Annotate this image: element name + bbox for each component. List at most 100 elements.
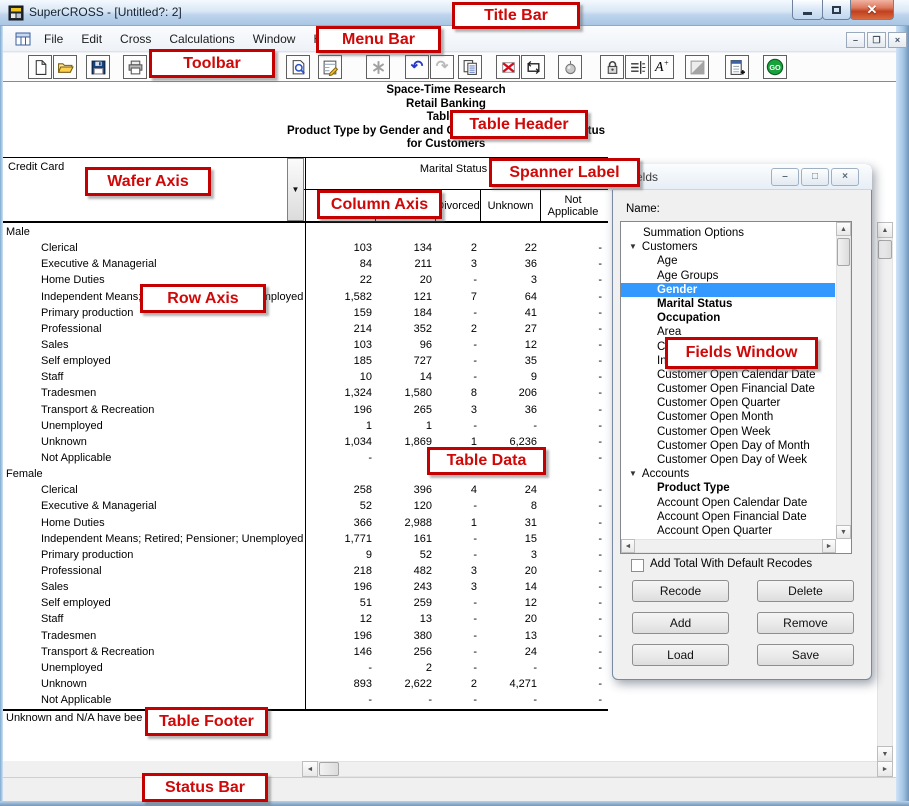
table-cell[interactable]: 893 xyxy=(305,676,378,692)
field-item[interactable]: Product Type xyxy=(621,481,835,495)
row-label[interactable]: Transport & Recreation xyxy=(3,402,305,418)
row-label[interactable]: Not Applicable xyxy=(3,450,305,466)
mdi-restore-button[interactable]: ❐ xyxy=(867,32,886,48)
go-button[interactable]: GO xyxy=(763,55,787,79)
row-group-label[interactable]: Male xyxy=(3,224,305,240)
table-cell[interactable]: 256 xyxy=(378,644,438,660)
scroll-up-button[interactable]: ▲ xyxy=(877,222,893,238)
table-cell[interactable]: - xyxy=(543,579,608,595)
table-cell[interactable]: 259 xyxy=(378,595,438,611)
table-cell[interactable]: 22 xyxy=(483,240,543,256)
fields-maximize-button[interactable]: □ xyxy=(801,168,829,186)
table-cell[interactable]: 161 xyxy=(378,531,438,547)
field-item[interactable]: Summation Options xyxy=(621,226,835,240)
row-label[interactable]: Staff xyxy=(3,369,305,385)
table-cell[interactable]: 1 xyxy=(438,515,483,531)
table-cell[interactable]: - xyxy=(378,692,438,708)
field-item[interactable]: Customer Open Calendar Date xyxy=(621,368,835,382)
table-cell[interactable]: 12 xyxy=(483,595,543,611)
table-cell[interactable]: - xyxy=(543,321,608,337)
table-cell[interactable]: - xyxy=(543,628,608,644)
table-cell[interactable]: - xyxy=(305,660,378,676)
new-document-button[interactable] xyxy=(28,55,52,79)
table-cell[interactable]: 20 xyxy=(483,611,543,627)
table-cell[interactable]: 36 xyxy=(483,256,543,272)
menu-window[interactable]: Window xyxy=(244,28,305,50)
table-cell[interactable]: 3 xyxy=(483,272,543,288)
table-cell[interactable]: 24 xyxy=(483,644,543,660)
field-item[interactable]: Account Open Quarter xyxy=(621,524,835,538)
table-cell[interactable]: - xyxy=(543,337,608,353)
field-item[interactable]: Customer Open Quarter xyxy=(621,396,835,410)
table-cell[interactable]: 14 xyxy=(483,579,543,595)
field-item[interactable]: Customer Open Day of Month xyxy=(621,439,835,453)
table-cell[interactable]: 146 xyxy=(305,644,378,660)
maximize-button[interactable] xyxy=(822,0,851,20)
table-cell[interactable]: 13 xyxy=(483,628,543,644)
edit-table-button[interactable] xyxy=(318,55,342,79)
table-cell[interactable]: 159 xyxy=(305,305,378,321)
row-label[interactable]: Unknown xyxy=(3,676,305,692)
table-cell[interactable]: - xyxy=(543,434,608,450)
table-cell[interactable]: 3 xyxy=(483,547,543,563)
table-cell[interactable]: 3 xyxy=(438,402,483,418)
table-cell[interactable]: 380 xyxy=(378,628,438,644)
table-cell[interactable]: - xyxy=(543,402,608,418)
table-cell[interactable]: 35 xyxy=(483,353,543,369)
table-cell[interactable]: 218 xyxy=(305,563,378,579)
table-cell[interactable]: 103 xyxy=(305,337,378,353)
field-properties-button[interactable] xyxy=(625,55,649,79)
delete-table-button[interactable] xyxy=(496,55,520,79)
table-cell[interactable]: - xyxy=(543,531,608,547)
fields-horizontal-scrollbar[interactable] xyxy=(621,539,836,553)
scroll-right-button[interactable]: ► xyxy=(877,761,893,777)
row-label[interactable]: Unemployed xyxy=(3,660,305,676)
table-cell[interactable]: - xyxy=(543,369,608,385)
table-cell[interactable]: 31 xyxy=(483,515,543,531)
table-footer[interactable]: Unknown and N/A have bee xyxy=(6,712,142,724)
row-label[interactable]: Sales xyxy=(3,579,305,595)
collapse-arrow-icon[interactable]: ▼ xyxy=(629,469,637,478)
table-cell[interactable]: 243 xyxy=(378,579,438,595)
table-cell[interactable]: 265 xyxy=(378,402,438,418)
table-cell[interactable]: 352 xyxy=(378,321,438,337)
table-cell[interactable]: 20 xyxy=(483,563,543,579)
table-cell[interactable]: 2 xyxy=(438,240,483,256)
field-item[interactable]: Customer Open Week xyxy=(621,425,835,439)
table-cell[interactable]: 41 xyxy=(483,305,543,321)
redo-button[interactable]: ↷ xyxy=(430,55,454,79)
table-cell[interactable]: 206 xyxy=(483,385,543,401)
table-cell[interactable]: 1,324 xyxy=(305,385,378,401)
table-cell[interactable]: - xyxy=(543,644,608,660)
table-cell[interactable]: 3 xyxy=(438,256,483,272)
close-button[interactable]: ✕ xyxy=(850,0,894,20)
vertical-scroll-thumb[interactable] xyxy=(878,240,892,259)
table-cell[interactable]: 196 xyxy=(305,579,378,595)
mdi-close-button[interactable]: × xyxy=(888,32,907,48)
table-cell[interactable]: 4,271 xyxy=(483,676,543,692)
table-cell[interactable]: 12 xyxy=(483,337,543,353)
table-cell[interactable]: - xyxy=(305,692,378,708)
row-label[interactable]: Professional xyxy=(3,321,305,337)
table-cell[interactable]: 185 xyxy=(305,353,378,369)
table-cell[interactable]: - xyxy=(438,337,483,353)
vertical-scrollbar[interactable] xyxy=(877,222,893,762)
table-cell[interactable]: 52 xyxy=(378,547,438,563)
table-cell[interactable]: 12 xyxy=(305,611,378,627)
row-label[interactable]: Home Duties xyxy=(3,515,305,531)
add-total-checkbox[interactable] xyxy=(631,559,644,572)
save-button[interactable] xyxy=(86,55,110,79)
table-cell[interactable]: 1,580 xyxy=(378,385,438,401)
menu-cross[interactable]: Cross xyxy=(111,28,160,50)
remove-button[interactable]: Remove xyxy=(757,612,854,634)
table-cell[interactable]: 24 xyxy=(483,482,543,498)
row-label[interactable]: Tradesmen xyxy=(3,385,305,401)
row-label[interactable]: Clerical xyxy=(3,240,305,256)
row-label[interactable]: Not Applicable xyxy=(3,692,305,708)
row-label[interactable]: Sales xyxy=(3,337,305,353)
table-cell[interactable]: - xyxy=(438,369,483,385)
table-cell[interactable]: - xyxy=(543,305,608,321)
column-header[interactable]: Not Applicable xyxy=(540,190,605,222)
collapse-arrow-icon[interactable]: ▼ xyxy=(629,242,637,251)
table-cell[interactable] xyxy=(438,224,483,240)
